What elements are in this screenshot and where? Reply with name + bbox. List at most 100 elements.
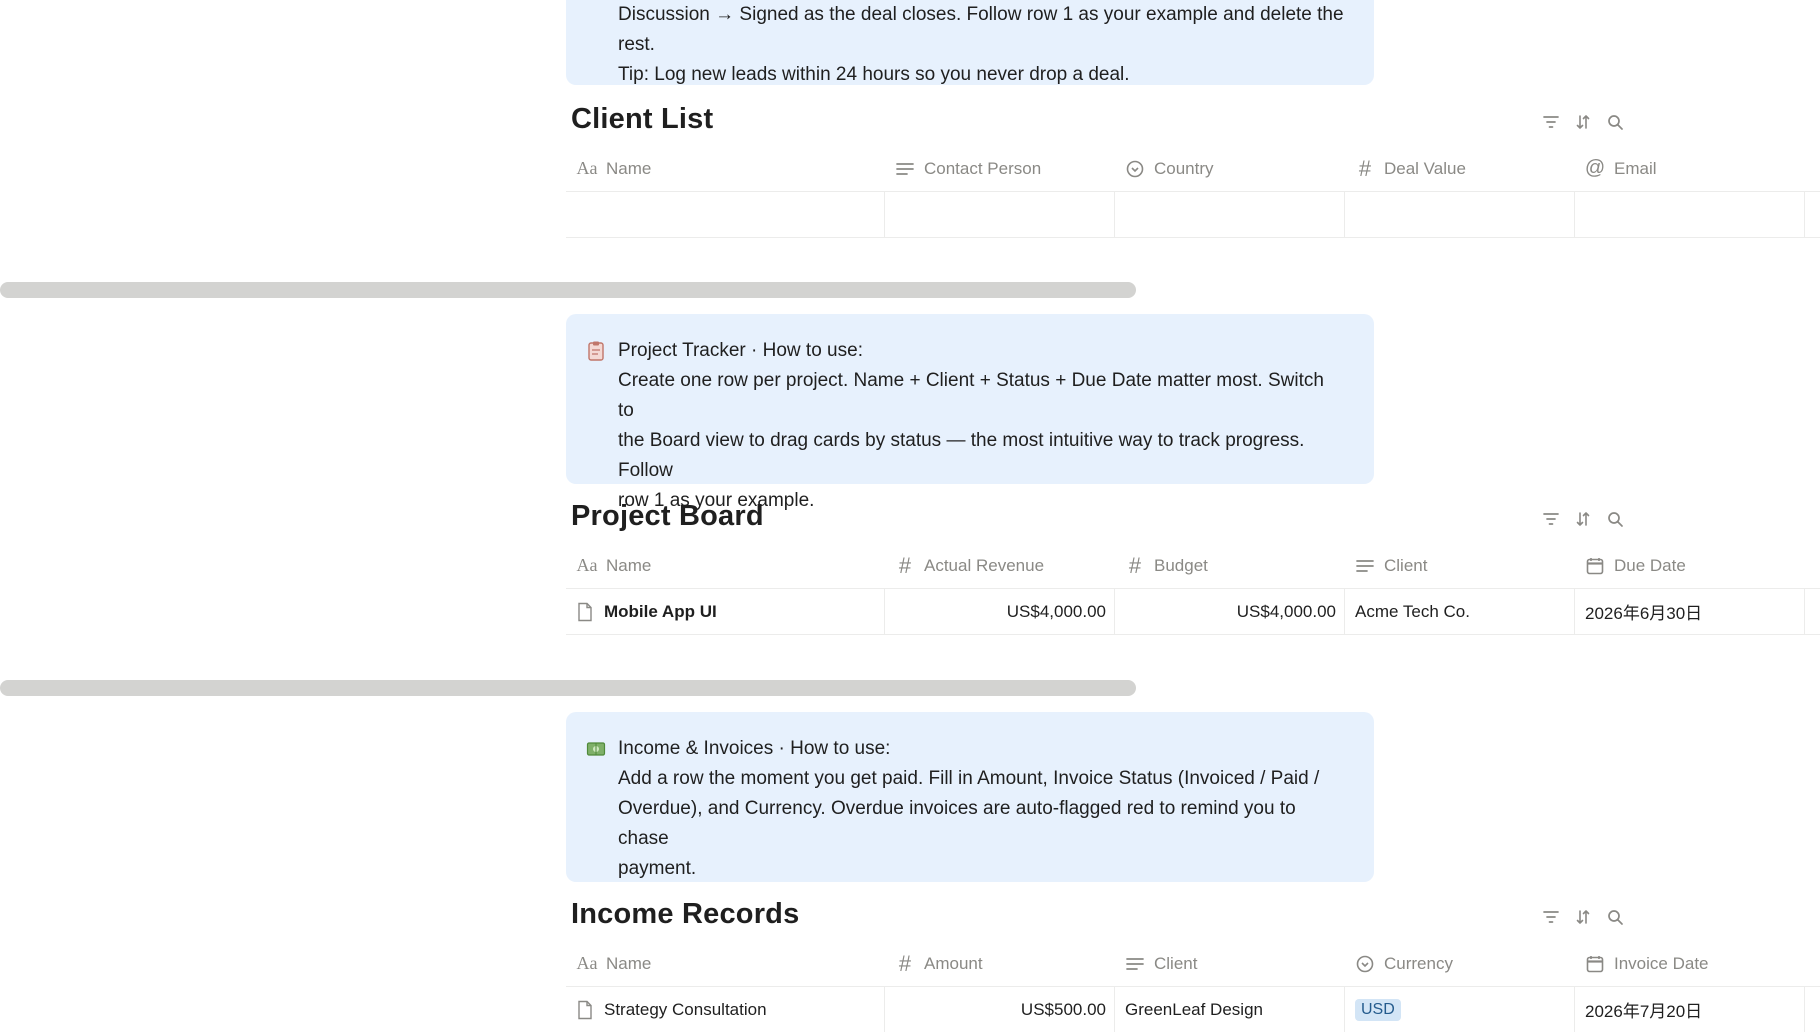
column-label: Contact Person <box>924 158 1042 178</box>
column-label: Actual Revenue <box>924 555 1045 575</box>
cell-email[interactable] <box>1574 192 1804 237</box>
column-label: Invoice Date <box>1614 953 1709 973</box>
cell-clipped <box>1804 987 1820 1032</box>
cell-name[interactable]: Strategy Consultation <box>566 987 884 1032</box>
column-label: Country <box>1154 158 1214 178</box>
column-header-country[interactable]: Country <box>1114 146 1344 191</box>
column-header-invoice-date[interactable]: Invoice Date <box>1574 941 1804 986</box>
horizontal-scrollbar[interactable] <box>0 282 1136 298</box>
project-board-toolbar <box>1542 510 1624 528</box>
callout-title: Income & Invoices · How to use: <box>618 738 891 759</box>
table-row[interactable]: Strategy Consultation US$500.00 GreenLea… <box>566 987 1820 1032</box>
column-label: Deal Value <box>1384 158 1466 178</box>
column-label: Due Date <box>1614 555 1686 575</box>
project-board-title: Project Board <box>571 500 764 532</box>
number-icon: # <box>1128 552 1142 578</box>
column-label: Client <box>1154 953 1198 973</box>
column-label: Name <box>606 555 652 575</box>
lead-callout: Discussion → Signed as the deal closes. … <box>566 0 1374 85</box>
income-records-title: Income Records <box>571 898 800 930</box>
money-icon <box>586 738 606 760</box>
text-type-icon: Aa <box>576 158 598 178</box>
select-icon <box>1354 954 1376 974</box>
cell-name[interactable]: Mobile App UI <box>566 589 884 634</box>
table-row-empty[interactable] <box>566 192 1820 238</box>
text-type-icon: Aa <box>576 953 598 973</box>
at-icon: @ <box>1584 157 1606 179</box>
client-list-table: Aa Name Contact Person Country # Deal Va… <box>566 146 1820 238</box>
income-records-table: Aa Name # Amount Client Currency Invoice… <box>566 941 1820 1032</box>
column-header-name[interactable]: Aa Name <box>566 941 884 986</box>
column-header-budget[interactable]: # Budget <box>1114 543 1344 588</box>
sort-icon[interactable] <box>1574 908 1592 926</box>
filter-icon[interactable] <box>1542 510 1560 528</box>
column-label: Amount <box>924 953 983 973</box>
column-header-contact-person[interactable]: Contact Person <box>884 146 1114 191</box>
cell-due-date[interactable]: 2026年6月30日 <box>1574 589 1804 634</box>
table-row[interactable]: Mobile App UI US$4,000.00 US$4,000.00 Ac… <box>566 589 1820 635</box>
search-icon[interactable] <box>1606 510 1624 528</box>
sort-icon[interactable] <box>1574 510 1592 528</box>
callout-line: payment. <box>618 858 697 879</box>
client-list-toolbar <box>1542 113 1624 131</box>
cell-client[interactable]: GreenLeaf Design <box>1114 987 1344 1032</box>
table-header: Aa Name # Actual Revenue # Budget Client… <box>566 543 1820 589</box>
cell-budget[interactable]: US$4,000.00 <box>1114 589 1344 634</box>
cell-clipped <box>1804 589 1820 634</box>
column-header-deal-value[interactable]: # Deal Value <box>1344 146 1574 191</box>
column-label: Email <box>1614 158 1657 178</box>
column-header-client[interactable]: Client <box>1344 543 1574 588</box>
callout-line: Add a row the moment you get paid. Fill … <box>618 768 1320 789</box>
cell-invoice-date[interactable]: 2026年7月20日 <box>1574 987 1804 1032</box>
row-name: Mobile App UI <box>604 601 717 621</box>
text-lines-icon <box>894 159 916 179</box>
page-icon <box>578 1000 592 1019</box>
client-list-title: Client List <box>571 103 714 135</box>
cell-currency[interactable]: USD <box>1344 987 1574 1032</box>
table-header: Aa Name # Amount Client Currency Invoice… <box>566 941 1820 987</box>
cell-deal-value[interactable] <box>1344 192 1574 237</box>
cell-name[interactable] <box>566 192 884 237</box>
column-header-amount[interactable]: # Amount <box>884 941 1114 986</box>
income-records-toolbar <box>1542 908 1624 926</box>
horizontal-scrollbar[interactable] <box>0 680 1136 696</box>
filter-icon[interactable] <box>1542 113 1560 131</box>
select-icon <box>1124 159 1146 179</box>
search-icon[interactable] <box>1606 113 1624 131</box>
page-icon <box>578 602 592 621</box>
calendar-icon <box>1584 556 1606 576</box>
search-icon[interactable] <box>1606 908 1624 926</box>
column-label: Currency <box>1384 953 1453 973</box>
number-icon: # <box>898 552 912 578</box>
column-header-currency[interactable]: Currency <box>1344 941 1574 986</box>
column-header-client[interactable]: Client <box>1114 941 1344 986</box>
sort-icon[interactable] <box>1574 113 1592 131</box>
column-header-name[interactable]: Aa Name <box>566 146 884 191</box>
callout-line: Overdue), and Currency. Overdue invoices… <box>618 798 1296 849</box>
column-header-email[interactable]: @ Email <box>1574 146 1804 191</box>
text-lines-icon <box>1354 556 1376 576</box>
project-board-table: Aa Name # Actual Revenue # Budget Client… <box>566 543 1820 635</box>
cell-country[interactable] <box>1114 192 1344 237</box>
row-name: Strategy Consultation <box>604 999 767 1019</box>
cell-actual-revenue[interactable]: US$4,000.00 <box>884 589 1114 634</box>
column-header-name[interactable]: Aa Name <box>566 543 884 588</box>
filter-icon[interactable] <box>1542 908 1560 926</box>
callout-title: Project Tracker · How to use: <box>618 340 863 361</box>
project-callout: Project Tracker · How to use: Create one… <box>566 314 1374 511</box>
column-label: Client <box>1384 555 1428 575</box>
income-callout: Income & Invoices · How to use: Add a ro… <box>566 712 1374 882</box>
calendar-icon <box>1584 954 1606 974</box>
cell-amount[interactable]: US$500.00 <box>884 987 1114 1032</box>
callout-line: Create one row per project. Name + Clien… <box>618 370 1324 421</box>
cell-contact-person[interactable] <box>884 192 1114 237</box>
currency-tag: USD <box>1355 998 1401 1021</box>
column-header-due-date[interactable]: Due Date <box>1574 543 1804 588</box>
callout-line: Discussion → Signed as the deal closes. … <box>618 4 1344 55</box>
column-header-actual-revenue[interactable]: # Actual Revenue <box>884 543 1114 588</box>
clipboard-icon <box>586 340 606 362</box>
table-header: Aa Name Contact Person Country # Deal Va… <box>566 146 1820 192</box>
number-icon: # <box>898 950 912 976</box>
cell-client[interactable]: Acme Tech Co. <box>1344 589 1574 634</box>
callout-line: the Board view to drag cards by status —… <box>618 430 1305 481</box>
